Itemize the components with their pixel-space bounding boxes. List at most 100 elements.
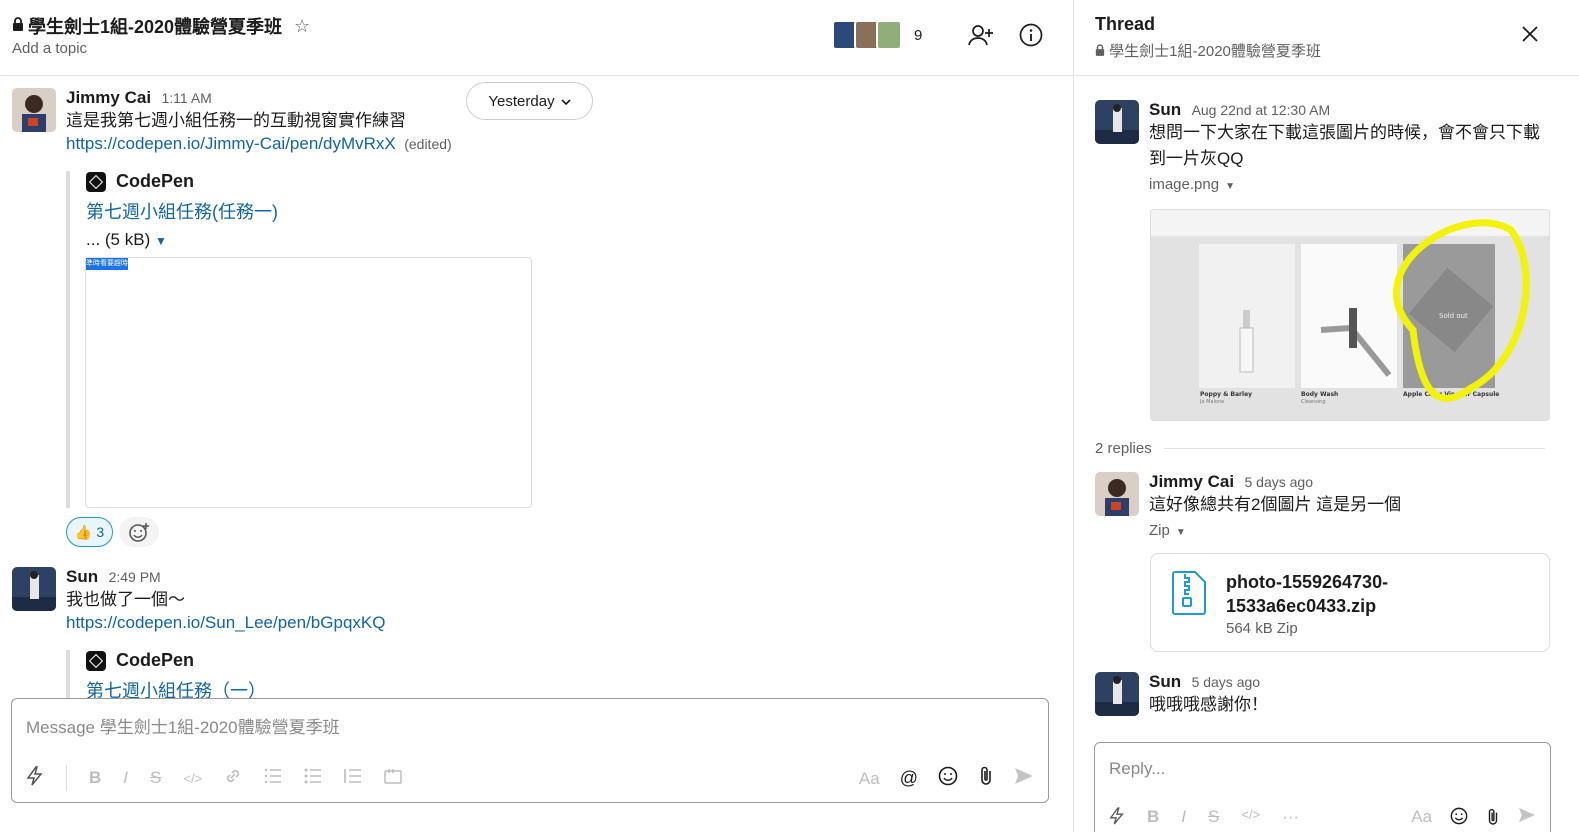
avatar[interactable] [1095, 672, 1139, 716]
blockquote-icon[interactable] [344, 768, 362, 789]
bold-icon[interactable]: B [1147, 807, 1159, 830]
close-icon[interactable] [1521, 22, 1539, 50]
message-timestamp[interactable]: 5 days ago [1192, 674, 1261, 690]
image-sold-out-label: Sold out [1439, 312, 1468, 320]
add-people-icon[interactable] [967, 20, 995, 50]
unfurl-preview-image[interactable]: 準時看要趕時 [85, 257, 532, 508]
link-icon[interactable] [224, 767, 242, 790]
add-topic-link[interactable]: Add a topic [12, 40, 87, 57]
message-input[interactable]: Message 學生劍士1組-2020體驗營夏季班 [26, 713, 340, 738]
image-product-name: Poppy & Barley [1200, 391, 1252, 398]
send-icon[interactable] [1014, 767, 1034, 790]
shortcuts-icon[interactable] [1109, 807, 1125, 830]
message-composer[interactable]: Message 學生劍士1組-2020體驗營夏季班 B I S </> Aa @ [11, 698, 1049, 803]
shortcuts-icon[interactable] [26, 765, 44, 791]
avatar[interactable] [12, 567, 56, 611]
reply-input[interactable]: Reply... [1109, 759, 1165, 779]
mention-icon[interactable]: @ [900, 768, 918, 789]
attach-icon[interactable] [978, 765, 994, 792]
message-timestamp[interactable]: 2:49 PM [109, 569, 161, 585]
image-attachment[interactable]: Sold out Poppy & Barley Jo Malone Body W… [1150, 209, 1550, 421]
attach-icon[interactable] [1486, 807, 1500, 832]
zip-file-card[interactable]: photo-1559264730-1533a6ec0433.zip 564 kB… [1150, 553, 1550, 652]
unfurl-size: ... (5 kB) [86, 230, 151, 249]
caret-down-icon: ▼ [1225, 181, 1235, 192]
strikethrough-icon[interactable]: S [1208, 807, 1219, 830]
italic-icon[interactable]: I [123, 768, 128, 788]
message-text: 我也做了一個～ [66, 590, 185, 609]
formatting-toggle[interactable]: Aa [1411, 807, 1432, 832]
file-label-text: Zip [1149, 522, 1170, 539]
caret-down-icon: ▼ [1175, 527, 1186, 538]
code-icon[interactable]: </> [183, 771, 202, 786]
replies-divider: 2 replies [1095, 440, 1545, 457]
thumbsup-emoji: 👍 [74, 523, 93, 540]
image-product-name: Body Wash [1301, 391, 1338, 398]
more-icon[interactable]: ··· [1282, 807, 1299, 830]
thread-header: Thread 學生劍士1組-2020體驗營夏季班 [1075, 0, 1579, 76]
channel-header: 學生劍士1組-2020體驗營夏季班 ☆ Add a topic 9 [0, 0, 1073, 76]
toolbar-divider [66, 765, 67, 791]
image-product-sub: Jo Malone [1199, 399, 1224, 405]
unfurl-source: CodePen [116, 650, 195, 670]
bold-icon[interactable]: B [89, 768, 101, 788]
message-link[interactable]: https://codepen.io/Jimmy-Cai/pen/dyMvRxX [66, 134, 396, 153]
code-icon[interactable]: </> [1241, 807, 1260, 830]
avatar[interactable] [12, 88, 56, 132]
file-label[interactable]: Zip ▼ [1149, 522, 1549, 539]
add-reaction-button[interactable] [119, 517, 159, 547]
message-timestamp[interactable]: 5 days ago [1245, 474, 1314, 490]
codepen-icon [86, 650, 106, 671]
member-count: 9 [914, 26, 923, 44]
message-author[interactable]: Sun [66, 567, 98, 586]
message-timestamp[interactable]: Aug 22nd at 12:30 AM [1192, 102, 1331, 118]
add-emoji-icon [129, 523, 149, 542]
formatting-toggle[interactable]: Aa [859, 769, 880, 789]
code-block-icon[interactable] [384, 768, 402, 789]
channel-name[interactable]: 學生劍士1組-2020體驗營夏季班 [28, 13, 282, 39]
star-icon[interactable]: ☆ [294, 16, 310, 37]
thread-channel-link[interactable]: 學生劍士1組-2020體驗營夏季班 [1095, 40, 1321, 61]
zip-file-meta: 564 kB Zip [1226, 620, 1298, 637]
bulleted-list-icon[interactable] [304, 768, 322, 789]
info-icon[interactable] [1017, 20, 1045, 50]
preview-tag: 準時看要趕時 [86, 258, 128, 270]
reply-actions: Aa [1411, 807, 1536, 832]
italic-icon[interactable]: I [1181, 807, 1186, 830]
member-avatar [876, 20, 902, 50]
channel-members-button[interactable]: 9 [832, 20, 922, 50]
message-timestamp[interactable]: 1:11 AM [162, 90, 212, 106]
channel-pane: 學生劍士1組-2020體驗營夏季班 ☆ Add a topic 9 Yester… [0, 0, 1074, 832]
message-link[interactable]: https://codepen.io/Sun_Lee/pen/bGpqxKQ [66, 613, 385, 632]
message-author[interactable]: Jimmy Cai [1149, 472, 1234, 491]
message-text: 這好像總共有2個圖片 這是另一個 [1149, 495, 1402, 514]
replies-count: 2 replies [1095, 440, 1152, 457]
divider-line [1163, 448, 1545, 449]
zip-file-icon [1171, 570, 1207, 621]
reaction-thumbsup[interactable]: 👍 3 [66, 517, 113, 547]
avatar[interactable] [1095, 100, 1139, 144]
format-toolbar: B I S </> [26, 765, 402, 791]
unfurl-title-link[interactable]: 第七週小組任務(任務一) [86, 198, 278, 224]
message-author[interactable]: Sun [1149, 100, 1181, 119]
message-author[interactable]: Jimmy Cai [66, 88, 151, 107]
emoji-icon[interactable] [1450, 807, 1468, 832]
message-author[interactable]: Sun [1149, 672, 1181, 691]
image-product-sub: Cleansing [1301, 399, 1326, 405]
emoji-icon[interactable] [938, 766, 958, 791]
ordered-list-icon[interactable] [264, 768, 282, 789]
reaction-count: 3 [96, 524, 105, 540]
channel-title-row[interactable]: 學生劍士1組-2020體驗營夏季班 ☆ [12, 13, 310, 39]
message-text: 哦哦哦感謝你！ [1149, 695, 1268, 714]
strikethrough-icon[interactable]: S [150, 768, 161, 788]
codepen-icon [86, 171, 106, 192]
caret-down-icon[interactable]: ▼ [155, 234, 167, 248]
thread-title: Thread [1095, 14, 1156, 34]
thread-reply-composer[interactable]: Reply... B I S </> ··· Aa [1094, 742, 1551, 832]
file-label[interactable]: image.png ▼ [1149, 176, 1549, 193]
composer-actions: Aa @ [859, 765, 1034, 792]
avatar[interactable] [1095, 472, 1139, 516]
send-icon[interactable] [1518, 807, 1536, 832]
zip-file-name[interactable]: photo-1559264730-1533a6ec0433.zip [1226, 570, 1526, 618]
reply-format-toolbar: B I S </> ··· [1109, 807, 1299, 830]
